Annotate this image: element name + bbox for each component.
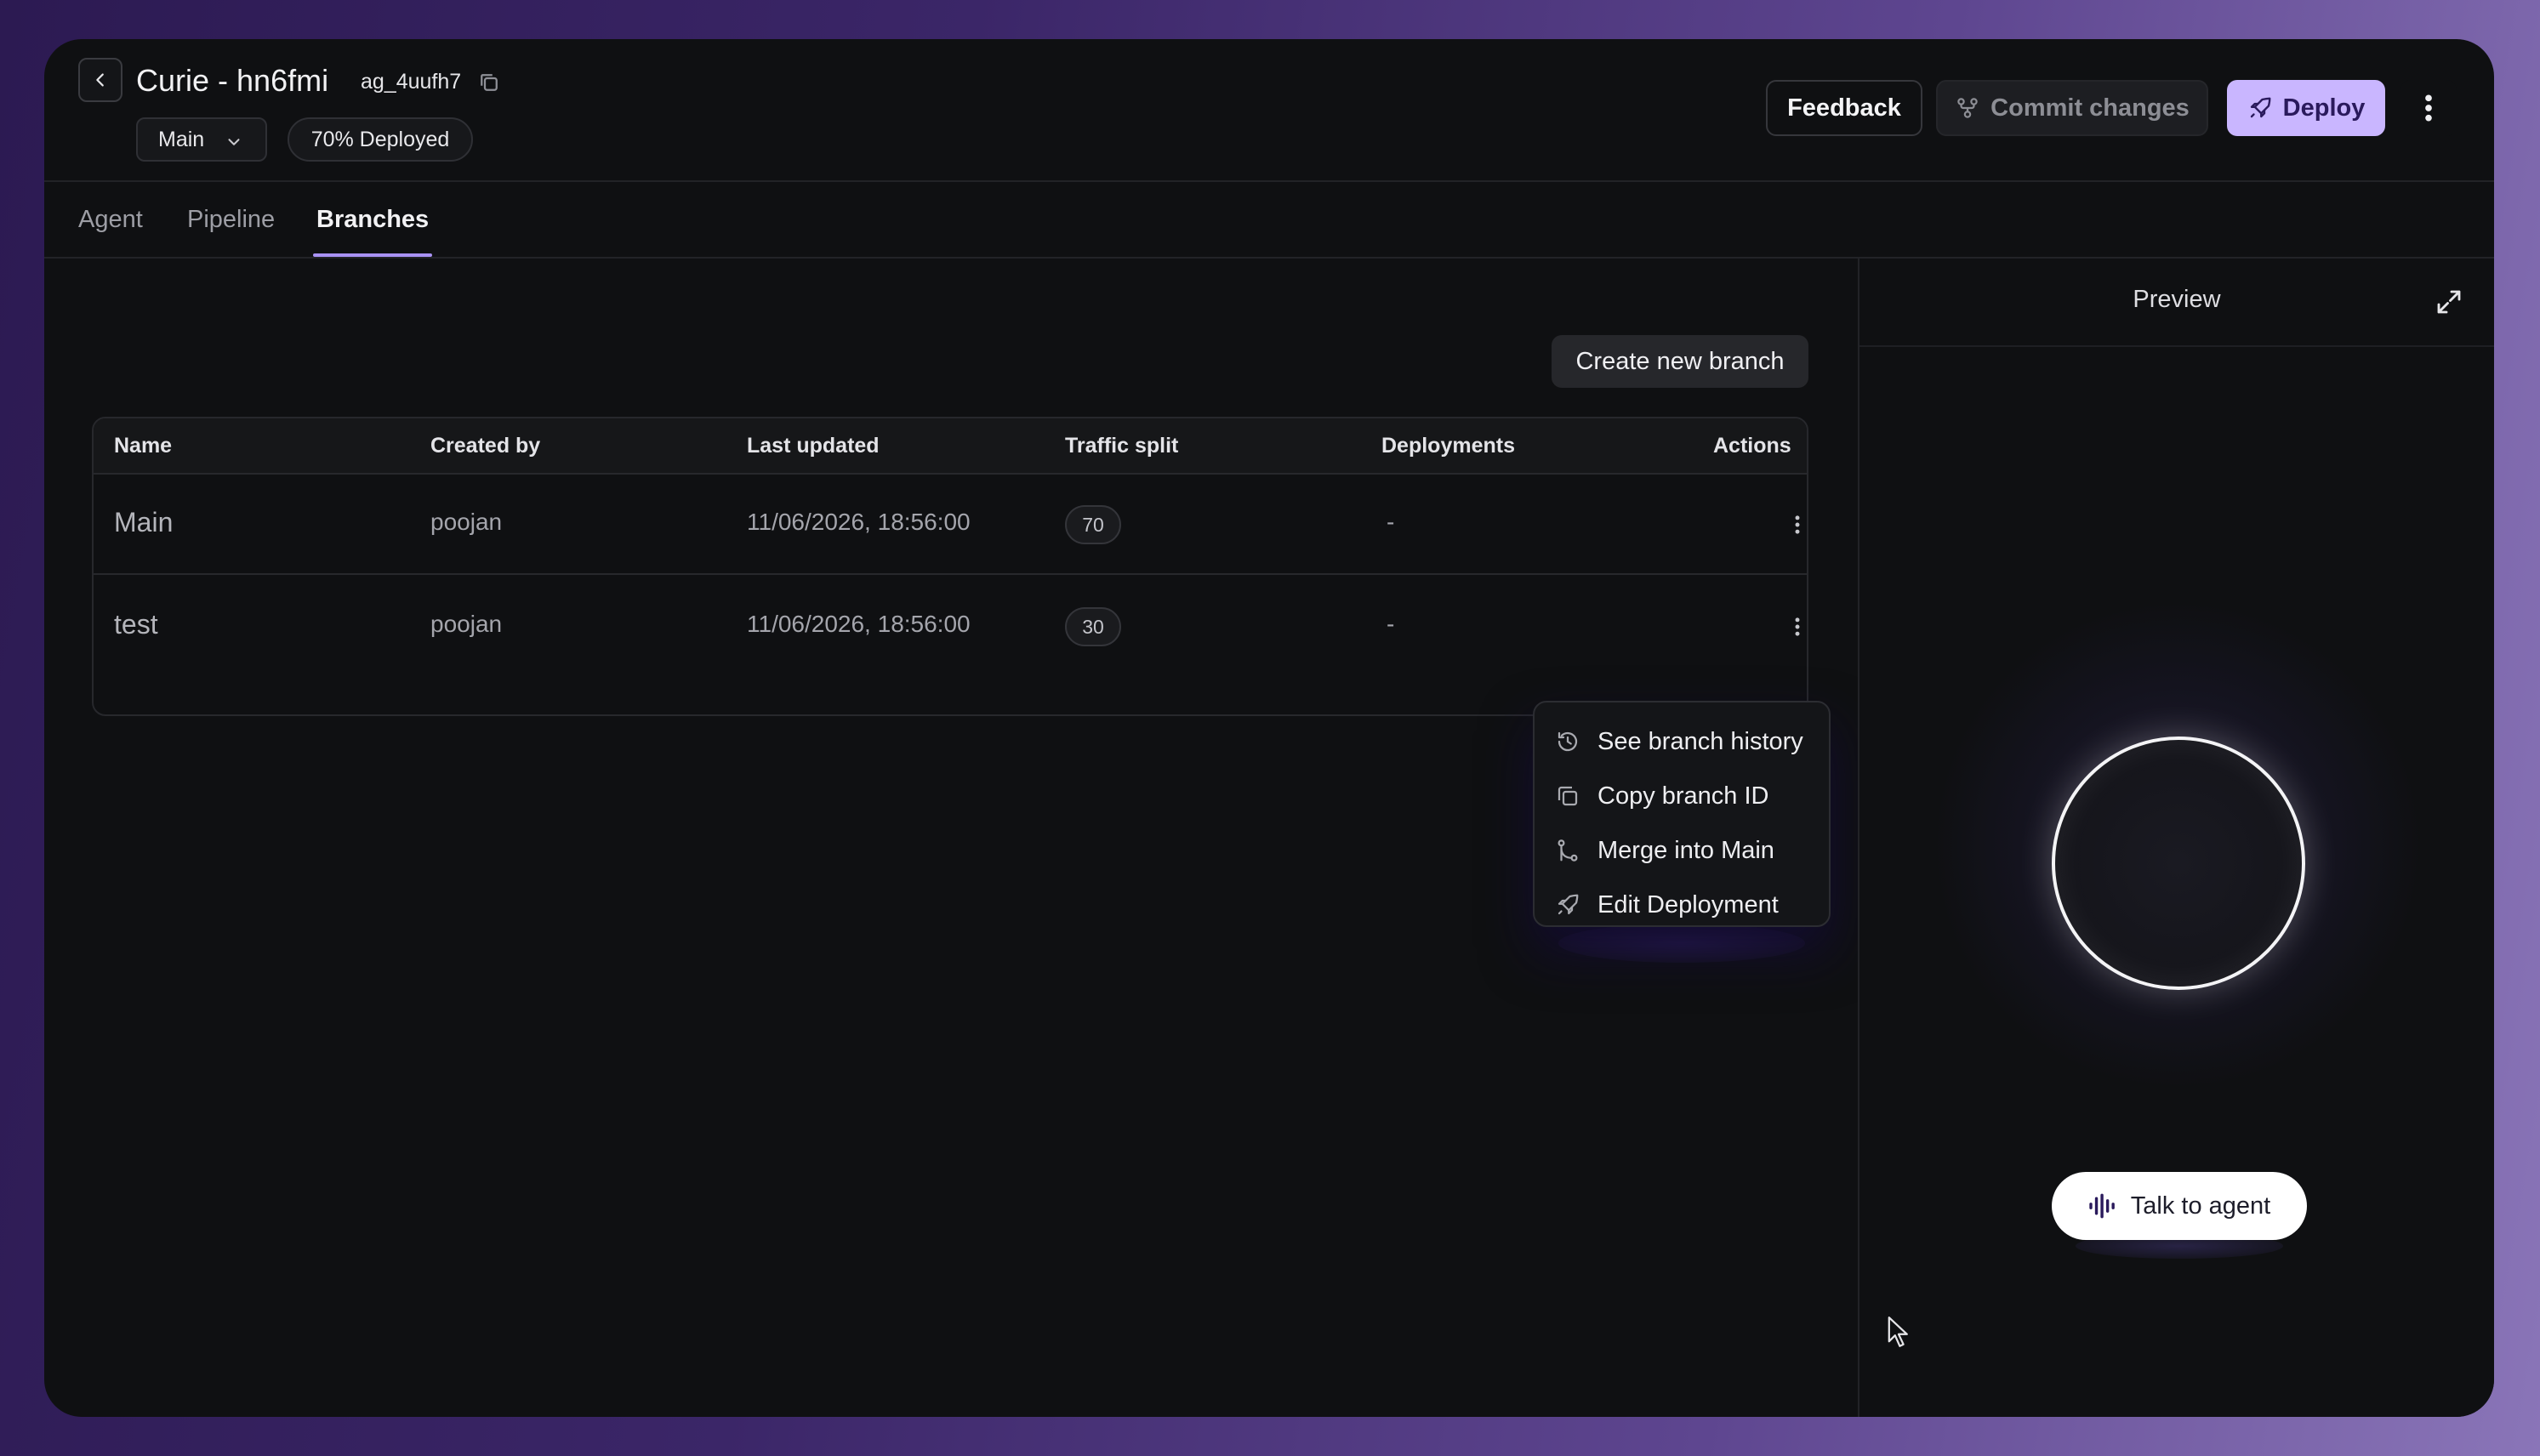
menu-item-label: Copy branch ID xyxy=(1597,782,1769,810)
branch-name: Main xyxy=(114,507,174,537)
audio-waveform-icon xyxy=(2089,1193,2115,1219)
back-button[interactable] xyxy=(78,58,122,102)
traffic-split-badge: 70 xyxy=(1065,505,1121,544)
copy-icon[interactable] xyxy=(476,70,502,95)
last-updated: 11/06/2026, 18:56:00 xyxy=(747,509,971,535)
column-header-deployments: Deployments xyxy=(1381,434,1515,458)
table-row[interactable]: test poojan 11/06/2026, 18:56:00 30 - xyxy=(94,577,1807,677)
feedback-button[interactable]: Feedback xyxy=(1766,80,1922,136)
deploy-label: Deploy xyxy=(2282,94,2366,122)
deploy-button[interactable]: Deploy xyxy=(2227,80,2385,136)
column-header-last-updated: Last updated xyxy=(747,434,880,458)
row-actions-button[interactable] xyxy=(1776,500,1807,549)
chevron-down-icon xyxy=(228,139,240,145)
tab-bar: Agent Pipeline Branches xyxy=(44,182,2494,259)
mouse-cursor-icon xyxy=(1887,1315,1911,1353)
preview-title: Preview xyxy=(2133,286,2221,313)
expand-icon xyxy=(2437,290,2461,314)
rocket-icon xyxy=(1555,892,1580,918)
commit-changes-button[interactable]: Commit changes xyxy=(1936,80,2208,136)
table-header: Name Created by Last updated Traffic spl… xyxy=(94,418,1807,475)
row-actions-menu: See branch history Copy branch ID Merge … xyxy=(1533,701,1831,927)
page-title: Curie - hn6fmi xyxy=(136,63,329,98)
last-updated: 11/06/2026, 18:56:00 xyxy=(747,611,971,637)
menu-item-copy-branch-id[interactable]: Copy branch ID xyxy=(1555,774,1769,818)
created-by: poojan xyxy=(430,611,503,637)
branches-table: Name Created by Last updated Traffic spl… xyxy=(92,417,1808,716)
branch-select[interactable]: Main xyxy=(136,117,267,162)
app-window: Curie - hn6fmi ag_4uufh7 Main 70% Deploy… xyxy=(44,39,2494,1417)
history-icon xyxy=(1555,729,1580,754)
menu-glow xyxy=(1558,924,1805,963)
feedback-label: Feedback xyxy=(1787,94,1901,122)
more-vertical-icon xyxy=(1795,617,1800,636)
column-header-traffic-split: Traffic split xyxy=(1065,434,1179,458)
tab-pipeline[interactable]: Pipeline xyxy=(187,206,275,234)
column-header-created-by: Created by xyxy=(430,434,541,458)
voice-orb xyxy=(2052,737,2305,990)
menu-item-branch-history[interactable]: See branch history xyxy=(1555,719,1803,764)
menu-item-merge-into-main[interactable]: Merge into Main xyxy=(1555,828,1774,873)
menu-item-label: Edit Deployment xyxy=(1597,890,1779,919)
more-vertical-icon xyxy=(1795,515,1800,534)
preview-header: Preview xyxy=(1859,259,2494,347)
top-header: Curie - hn6fmi ag_4uufh7 Main 70% Deploy… xyxy=(44,39,2494,182)
menu-item-label: See branch history xyxy=(1597,727,1803,755)
talk-label: Talk to agent xyxy=(2130,1192,2271,1220)
branch-icon xyxy=(1957,98,1978,118)
tab-agent[interactable]: Agent xyxy=(78,206,143,234)
deployments: - xyxy=(1387,611,1395,637)
deploy-status-badge: 70% Deployed xyxy=(288,117,473,162)
menu-item-label: Merge into Main xyxy=(1597,836,1774,864)
row-actions-button[interactable] xyxy=(1776,602,1807,651)
created-by: poojan xyxy=(430,509,503,535)
more-vertical-icon xyxy=(2425,94,2432,122)
menu-item-edit-deployment[interactable]: Edit Deployment xyxy=(1555,883,1779,927)
chevron-left-icon xyxy=(96,73,104,87)
create-branch-button[interactable]: Create new branch xyxy=(1552,335,1808,388)
preview-panel: Preview Talk to agent xyxy=(1858,259,2494,1417)
table-row[interactable]: Main poojan 11/06/2026, 18:56:00 70 - xyxy=(94,475,1807,575)
deployments: - xyxy=(1387,509,1395,535)
column-header-actions: Actions xyxy=(1713,434,1791,458)
agent-id: ag_4uufh7 xyxy=(361,70,462,94)
branch-name: test xyxy=(114,609,158,640)
merge-icon xyxy=(1555,838,1580,863)
branch-select-value: Main xyxy=(158,127,205,151)
tab-branches[interactable]: Branches xyxy=(316,206,429,234)
more-options-button[interactable] xyxy=(2400,80,2457,136)
commit-label: Commit changes xyxy=(1990,94,2190,122)
column-header-name: Name xyxy=(114,434,173,458)
talk-to-agent-button[interactable]: Talk to agent xyxy=(2052,1172,2307,1240)
rocket-icon xyxy=(2250,97,2271,118)
active-tab-indicator xyxy=(313,253,432,257)
traffic-split-badge: 30 xyxy=(1065,607,1121,646)
copy-icon xyxy=(1555,783,1580,809)
expand-button[interactable] xyxy=(2428,281,2470,323)
